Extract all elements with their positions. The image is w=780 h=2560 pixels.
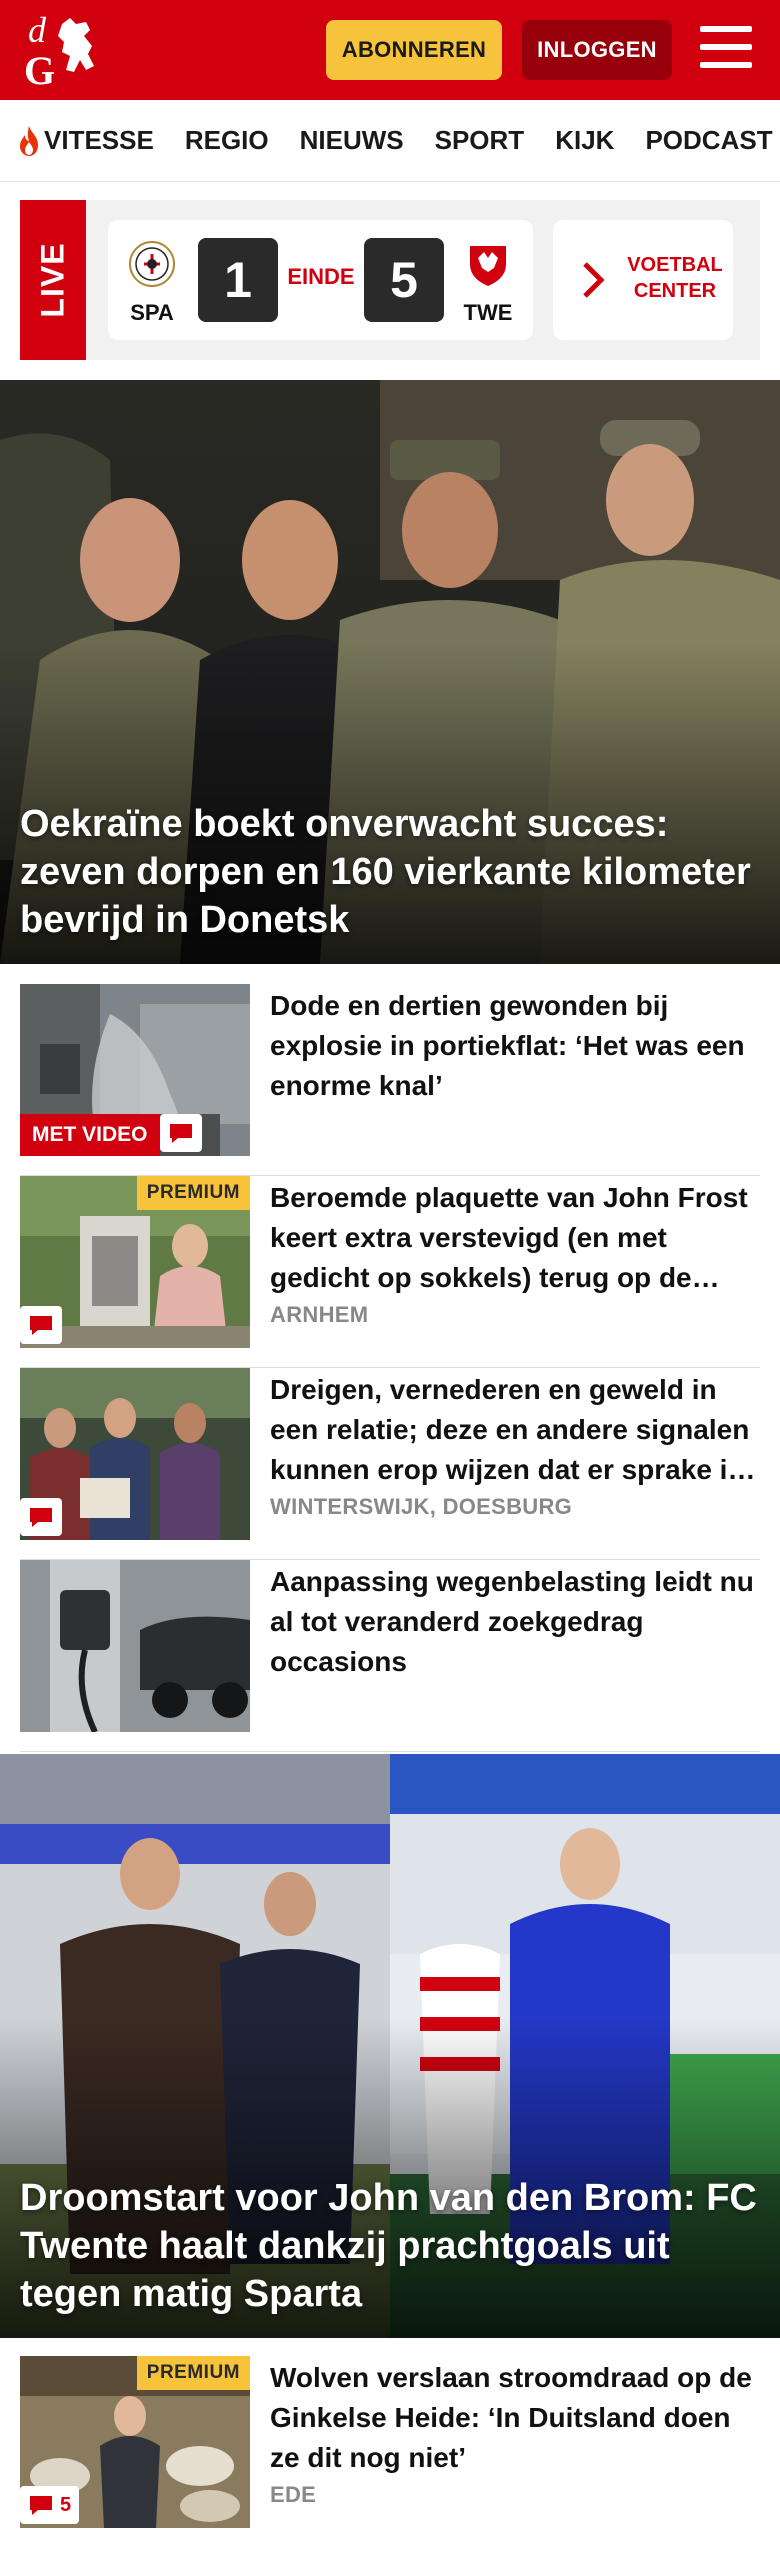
main-navigation: VITESSE REGIO NIEUWS SPORT KIJK PODCAST: [0, 100, 780, 182]
nav-item-podcast[interactable]: PODCAST: [645, 125, 772, 156]
comment-badge[interactable]: [20, 1498, 62, 1536]
article-thumbnail: PREMIUM: [20, 1176, 250, 1348]
home-team: SPA: [122, 240, 182, 326]
voetbal-center-card[interactable]: VOETBAL CENTER: [553, 220, 733, 340]
hero-headline[interactable]: Oekraïne boekt onverwacht succes: zeven …: [20, 800, 760, 944]
hero2-headline[interactable]: Droomstart voor John van den Brom: FC Tw…: [20, 2174, 760, 2318]
live-score-strip: LIVE SPA 1 EINDE 5 TWE VOETBAL CENTER: [20, 200, 760, 360]
comment-icon: [30, 2496, 52, 2515]
away-score: 5: [364, 238, 444, 322]
home-team-code: SPA: [130, 300, 174, 325]
article-item[interactable]: Aanpassing wegenbelasting leidt nu al to…: [20, 1560, 760, 1752]
premium-badge: PREMIUM: [136, 2356, 250, 2390]
comment-badge[interactable]: [20, 1306, 62, 1344]
video-badge: MET VIDEO: [20, 1114, 160, 1156]
comment-icon: [30, 1316, 52, 1335]
hamburger-menu-icon[interactable]: [700, 26, 752, 72]
dg-logo[interactable]: d G: [22, 8, 122, 93]
article-item[interactable]: Dreigen, vernederen en geweld in een rel…: [20, 1368, 760, 1560]
login-button[interactable]: INLOGGEN: [522, 20, 672, 80]
article-headline[interactable]: Aanpassing wegenbelasting leidt nu al to…: [270, 1562, 760, 1682]
top-header: d G ABONNEREN INLOGGEN: [0, 0, 780, 100]
article-location: ARNHEM: [270, 1302, 369, 1327]
comment-icon: [30, 1508, 52, 1527]
match-status: EINDE: [287, 264, 355, 289]
hero-article-sport[interactable]: Droomstart voor John van den Brom: FC Tw…: [0, 1754, 780, 2338]
match-card[interactable]: SPA 1 EINDE 5 TWE: [108, 220, 533, 340]
nav-item-sport[interactable]: SPORT: [435, 125, 525, 156]
hero-article[interactable]: Oekraïne boekt onverwacht succes: zeven …: [0, 380, 780, 964]
nav-item-vitesse[interactable]: VITESSE: [16, 125, 154, 157]
home-score: 1: [198, 238, 278, 322]
twente-crest-icon: [470, 246, 506, 286]
nav-label: VITESSE: [44, 125, 154, 155]
article-location: EDE: [270, 2482, 317, 2507]
comment-count: 5: [60, 2493, 72, 2516]
svg-text:d: d: [28, 10, 47, 50]
comment-icon: [170, 1124, 192, 1143]
article-item[interactable]: MET VIDEO Dode en dertien gewonden bij e…: [20, 984, 760, 1176]
premium-badge: PREMIUM: [136, 1176, 250, 1210]
article-thumbnail: MET VIDEO: [20, 984, 250, 1156]
away-team-code: TWE: [463, 300, 513, 325]
voetbal-center-label: VOETBAL CENTER: [627, 254, 723, 302]
nav-item-regio[interactable]: REGIO: [185, 125, 269, 156]
flame-icon: [20, 125, 38, 156]
sparta-crest-icon: [129, 241, 175, 287]
article-headline[interactable]: Dreigen, vernederen en geweld in een rel…: [270, 1370, 760, 1490]
article-thumbnail: PREMIUM 5: [20, 2356, 250, 2528]
svg-text:G: G: [24, 48, 55, 92]
chevron-right-icon: [583, 262, 605, 298]
nav-item-nieuws[interactable]: NIEUWS: [300, 125, 404, 156]
article-item[interactable]: PREMIUM Beroemde plaquette van John Fros…: [20, 1176, 760, 1368]
article-headline[interactable]: Wolven verslaan stroomdraad op de Ginkel…: [270, 2358, 760, 2478]
article-headline[interactable]: Dode en dertien gewonden bij explosie in…: [270, 986, 760, 1106]
comment-badge[interactable]: 5: [20, 2486, 80, 2524]
article-thumbnail: [20, 1368, 250, 1540]
article-item[interactable]: PREMIUM 5 Wolven verslaan stroomdraad op…: [20, 2356, 760, 2538]
article-thumbnail: [20, 1560, 250, 1732]
article-headline[interactable]: Beroemde plaquette van John Frost keert …: [270, 1178, 760, 1298]
live-label: LIVE: [20, 200, 86, 360]
comment-badge[interactable]: [160, 1114, 202, 1152]
article-location: WINTERSWIJK, DOESBURG: [270, 1494, 573, 1519]
subscribe-button[interactable]: ABONNEREN: [326, 20, 502, 80]
away-team: TWE: [458, 240, 518, 326]
nav-item-kijk[interactable]: KIJK: [555, 125, 614, 156]
